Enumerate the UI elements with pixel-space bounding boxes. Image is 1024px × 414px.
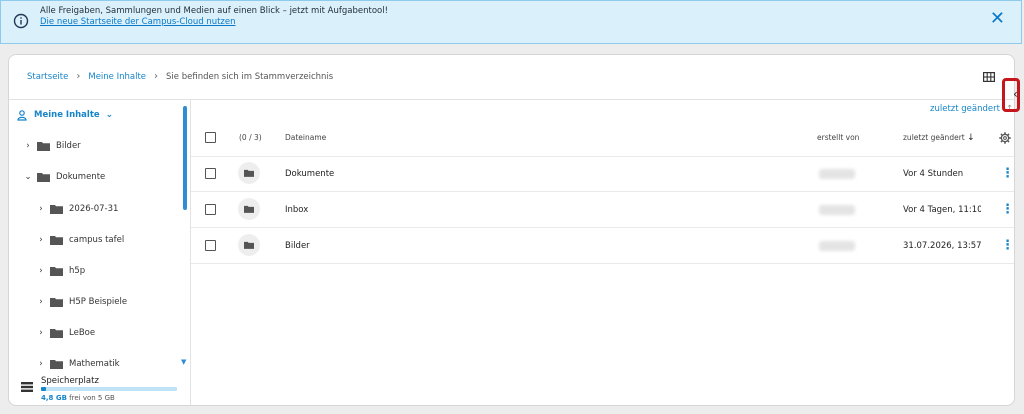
tree-item-label: h5p [69,266,86,276]
row-modified: Vor 4 Tagen, 11:10 [903,205,981,215]
folder-icon [238,162,260,184]
storage-bar [41,387,177,391]
folder-icon [37,173,50,182]
storage-title: Speicherplatz [41,376,99,386]
storage-bar-fill [41,387,47,391]
gear-icon[interactable] [999,132,1011,144]
arrow-down-icon: ↓ [967,133,975,143]
row-name[interactable]: Dokumente [285,169,334,179]
banner-message-block: Alle Freigaben, Sammlungen und Medien au… [40,6,388,28]
tree-item-h5p[interactable]: › h5p [36,262,85,280]
tree-item-leboe[interactable]: › LeBoe [36,324,95,342]
creator-redacted [819,205,855,215]
column-header-creator[interactable]: erstellt von [817,133,859,142]
row-checkbox[interactable] [205,168,216,179]
tree-item-dokumente[interactable]: ⌄ Dokumente [23,168,105,186]
table-row[interactable]: Dokumente Vor 4 Stunden ⋮ [191,156,1014,192]
row-checkbox[interactable] [205,204,216,215]
row-modified: Vor 4 Stunden [903,169,964,179]
breadcrumb-current: Sie befinden sich im Stammverzeichnis [166,72,334,82]
notification-banner: Alle Freigaben, Sammlungen und Medien au… [0,0,1022,44]
tree-root-label: Meine Inhalte [34,110,100,120]
column-header-modified[interactable]: zuletzt geändert ↓ [903,133,975,143]
info-icon [13,13,29,29]
column-header-modified-label: zuletzt geändert [903,133,965,142]
table-row[interactable]: Inbox Vor 4 Tagen, 11:10 ⋮ [191,192,1014,228]
chevron-left-icon: ‹ [1013,87,1018,101]
tree-item-label: 2026-07-31 [69,204,119,214]
user-icon [17,109,27,121]
table-row[interactable]: Bilder 31.07.2026, 13:57 ⋮ [191,228,1014,264]
breadcrumb-my-content[interactable]: Meine Inhalte [88,72,146,82]
folder-icon [50,236,63,245]
kebab-menu-icon[interactable]: ⋮ [1001,239,1014,252]
folder-icon [37,142,50,151]
storage-free-value: 4,8 GB [41,394,67,402]
chevron-right-icon[interactable]: › [36,204,46,214]
folder-icon [50,329,63,338]
kebab-menu-icon[interactable]: ⋮ [1001,167,1014,180]
folder-icon [50,205,63,214]
scroll-down-icon[interactable]: ▼ [181,358,186,366]
storage-total: frei von 5 GB [69,394,115,402]
creator-redacted [819,241,855,251]
creator-redacted [819,169,855,179]
selection-count: (0 / 3) [239,133,262,142]
storage-indicator: Speicherplatz 4,8 GB frei von 5 GB [21,372,181,402]
chevron-right-icon[interactable]: › [23,141,33,151]
chevron-right-icon[interactable]: › [36,359,46,369]
tree-item-mathematik[interactable]: › Mathematik [36,355,120,373]
tree-item-label: Bilder [56,141,81,151]
breadcrumb: Startseite › Meine Inhalte › Sie befinden si… [27,71,333,82]
tree-item-campus-tafel[interactable]: › campus tafel [36,231,124,249]
tree-item-h5p-beispiele[interactable]: › H5P Beispiele [36,293,127,311]
breadcrumb-separator: › [154,71,159,82]
close-icon[interactable]: ✕ [990,10,1005,28]
banner-link[interactable]: Die neue Startseite der Campus-Cloud nut… [40,17,388,28]
folder-icon [50,298,63,307]
tree-item-2026-07-31[interactable]: › 2026-07-31 [36,200,118,218]
kebab-menu-icon[interactable]: ⋮ [1001,203,1014,216]
row-modified: 31.07.2026, 13:57 [903,241,981,251]
folder-icon [50,267,63,276]
chevron-down-icon[interactable]: ⌄ [23,172,33,182]
chevron-right-icon[interactable]: › [36,235,46,245]
sidebar-toggle-button[interactable]: ‹ [1002,78,1020,112]
folder-icon [50,360,63,369]
storage-text: 4,8 GB frei von 5 GB [41,394,115,402]
row-checkbox[interactable] [205,240,216,251]
row-name[interactable]: Inbox [285,205,308,215]
sidebar-scrollbar[interactable] [183,106,187,210]
sort-label: zuletzt geändert [930,104,1000,114]
select-all-checkbox[interactable] [205,132,216,143]
folder-tree-sidebar: Meine Inhalte ⌄ › Bilder ⌄ Dokumente › 2… [9,100,191,405]
tree-item-label: H5P Beispiele [69,297,128,307]
chevron-right-icon[interactable]: › [36,328,46,338]
column-header-name[interactable]: Dateiname [285,133,326,142]
folder-icon [238,234,260,256]
chevron-down-icon[interactable]: ⌄ [106,110,114,120]
file-browser-card: Startseite › Meine Inhalte › Sie befinden si… [8,54,1015,406]
tree-item-bilder[interactable]: › Bilder [23,137,81,155]
row-name[interactable]: Bilder [285,241,310,251]
database-icon [21,382,33,392]
tree-root-my-content[interactable]: Meine Inhalte ⌄ [17,106,113,124]
chevron-right-icon[interactable]: › [36,297,46,307]
folder-icon [238,198,260,220]
table-header-row: (0 / 3) Dateiname erstellt von zuletzt g… [191,121,1014,157]
sort-control[interactable]: zuletzt geändert ↑ [930,104,1013,114]
tree-item-label: Dokumente [56,172,106,182]
breadcrumb-separator: › [76,71,81,82]
tree-item-label: LeBoe [69,328,96,338]
chevron-right-icon[interactable]: › [36,266,46,276]
tree-item-label: Mathematik [69,359,120,369]
banner-message: Alle Freigaben, Sammlungen und Medien au… [40,6,388,16]
grid-view-icon[interactable] [983,72,995,82]
tree-item-label: campus tafel [69,235,125,245]
breadcrumb-home[interactable]: Startseite [27,72,68,82]
